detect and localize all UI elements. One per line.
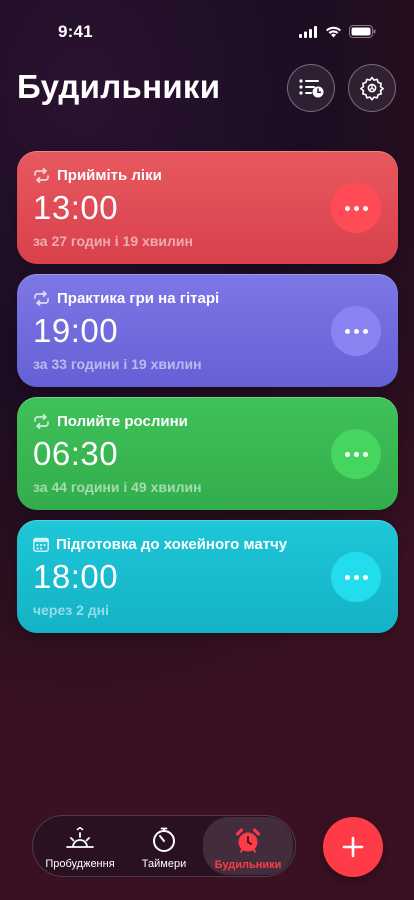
alarm-label: Полийте рослини xyxy=(57,413,188,430)
battery-icon xyxy=(349,25,376,38)
wifi-icon xyxy=(326,26,341,37)
alarm-time: 18:00 xyxy=(33,558,119,595)
cellular-signal-icon xyxy=(299,25,317,38)
alarm-clock-icon xyxy=(236,828,260,853)
ellipsis-icon xyxy=(344,328,350,334)
ellipsis-icon xyxy=(344,451,350,457)
status-time: 9:41 xyxy=(58,22,93,41)
alarm-time: 06:30 xyxy=(33,435,119,472)
ellipsis-icon xyxy=(344,205,350,211)
tab-bar: Пробудження Таймери Будильники xyxy=(32,815,296,877)
tab-label: Пробудження xyxy=(45,858,115,870)
alarm-label: Підготовка до хокейного матчу xyxy=(56,536,288,553)
more-options-button[interactable] xyxy=(331,429,381,479)
more-options-button[interactable] xyxy=(331,552,381,602)
alarm-list-history-button[interactable] xyxy=(287,64,335,112)
alarm-time: 13:00 xyxy=(33,189,119,226)
alarm-countdown: через 2 дні xyxy=(33,602,110,618)
alarm-label-row: Полийте рослини xyxy=(33,413,188,430)
repeat-icon xyxy=(34,414,49,429)
tab-label: Таймери xyxy=(141,858,187,870)
plus-icon xyxy=(342,836,364,858)
alarm-card[interactable]: Полийте рослини 06:30 за 44 години і 49 … xyxy=(17,397,398,510)
alarm-label: Практика гри на гітарі xyxy=(57,290,220,307)
gear-icon xyxy=(360,76,384,101)
page-title: Будильники xyxy=(17,68,221,105)
alarm-label-row: Практика гри на гітарі xyxy=(33,290,219,307)
tab-wake-up[interactable]: Пробудження xyxy=(39,816,121,876)
alarm-card[interactable]: Підготовка до хокейного матчу 18:00 чере… xyxy=(17,520,398,633)
ellipsis-icon xyxy=(344,574,350,580)
alarm-countdown: за 44 години і 49 хвилин xyxy=(33,479,202,495)
settings-button[interactable] xyxy=(348,64,396,112)
alarm-time: 19:00 xyxy=(33,312,119,349)
repeat-icon xyxy=(34,291,49,306)
alarm-countdown: за 27 годин і 19 хвилин xyxy=(33,233,193,249)
status-icons xyxy=(299,25,376,38)
tab-timers[interactable]: Таймери xyxy=(127,816,201,876)
alarm-label: Прийміть ліки xyxy=(57,167,162,184)
add-alarm-button[interactable] xyxy=(323,817,383,877)
tab-label: Будильники xyxy=(214,859,282,871)
status-bar: 9:41 xyxy=(0,0,414,54)
sunrise-icon xyxy=(66,827,94,848)
repeat-icon xyxy=(34,168,49,183)
alarm-countdown: за 33 години і 19 хвилин xyxy=(33,356,202,372)
header: Будильники xyxy=(0,64,414,116)
alarm-label-row: Прийміть ліки xyxy=(33,167,162,184)
alarm-card[interactable]: Практика гри на гітарі 19:00 за 33 годин… xyxy=(17,274,398,387)
alarm-card[interactable]: Прийміть ліки 13:00 за 27 годин і 19 хви… xyxy=(17,151,398,264)
timer-icon xyxy=(153,827,175,852)
more-options-button[interactable] xyxy=(331,183,381,233)
list-clock-icon xyxy=(299,79,324,98)
tab-alarms[interactable]: Будильники xyxy=(203,817,293,875)
alarm-label-row: Підготовка до хокейного матчу xyxy=(33,536,287,553)
more-options-button[interactable] xyxy=(331,306,381,356)
calendar-icon xyxy=(33,537,49,552)
alarm-list: Прийміть ліки 13:00 за 27 годин і 19 хви… xyxy=(17,151,398,643)
